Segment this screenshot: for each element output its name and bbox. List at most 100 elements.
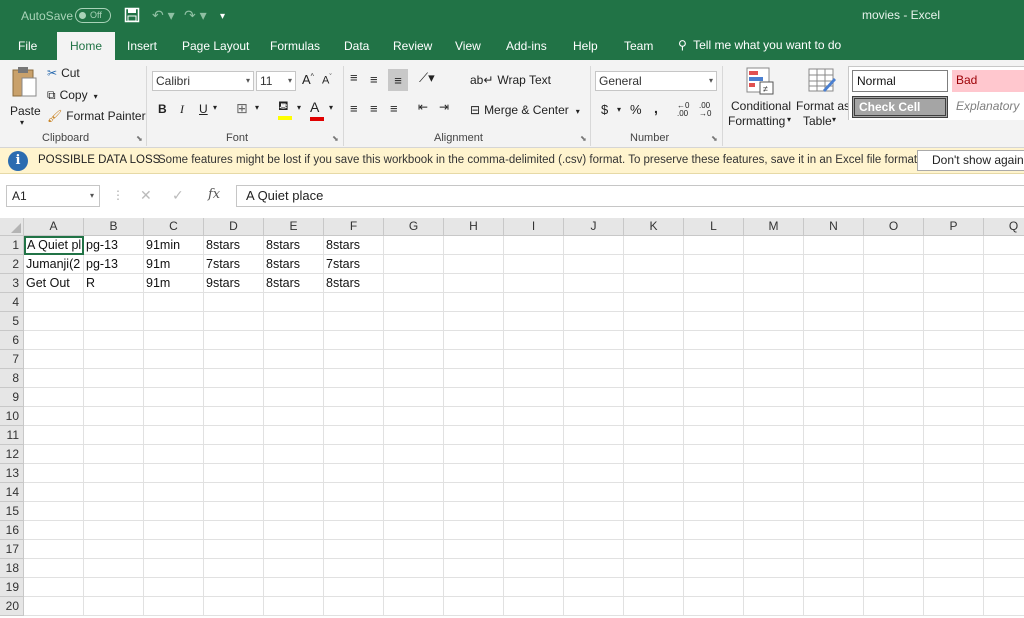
cell-k19[interactable] [624, 578, 684, 597]
cell-e6[interactable] [264, 331, 324, 350]
cell-p17[interactable] [924, 540, 984, 559]
cell-d11[interactable] [204, 426, 264, 445]
cell-j8[interactable] [564, 369, 624, 388]
cell-i17[interactable] [504, 540, 564, 559]
column-header-q[interactable]: Q [984, 218, 1024, 236]
row-header-9[interactable]: 9 [0, 388, 24, 407]
row-header-18[interactable]: 18 [0, 559, 24, 578]
column-header-p[interactable]: P [924, 218, 984, 236]
cell-k6[interactable] [624, 331, 684, 350]
cell-g15[interactable] [384, 502, 444, 521]
cell-o5[interactable] [864, 312, 924, 331]
cell-j19[interactable] [564, 578, 624, 597]
cell-f3[interactable]: 8stars [324, 274, 384, 293]
cell-m20[interactable] [744, 597, 804, 616]
cell-n2[interactable] [804, 255, 864, 274]
cell-a5[interactable] [24, 312, 84, 331]
cell-j7[interactable] [564, 350, 624, 369]
cell-l8[interactable] [684, 369, 744, 388]
borders-icon[interactable]: ⊞ [236, 100, 248, 117]
cell-f16[interactable] [324, 521, 384, 540]
increase-indent-icon[interactable]: ⇥ [439, 100, 449, 114]
cell-i14[interactable] [504, 483, 564, 502]
cell-n12[interactable] [804, 445, 864, 464]
decrease-indent-icon[interactable]: ⇤ [418, 100, 428, 114]
cell-m1[interactable] [744, 236, 804, 255]
cell-k15[interactable] [624, 502, 684, 521]
cell-e12[interactable] [264, 445, 324, 464]
cell-c17[interactable] [144, 540, 204, 559]
cell-f2[interactable]: 7stars [324, 255, 384, 274]
orientation-icon[interactable]: ⟋▾ [419, 70, 435, 86]
cell-l3[interactable] [684, 274, 744, 293]
cell-h2[interactable] [444, 255, 504, 274]
cell-e9[interactable] [264, 388, 324, 407]
cell-n6[interactable] [804, 331, 864, 350]
cell-p14[interactable] [924, 483, 984, 502]
style-explanatory[interactable]: Explanatory [952, 96, 1024, 118]
cell-h16[interactable] [444, 521, 504, 540]
cell-h13[interactable] [444, 464, 504, 483]
cell-f18[interactable] [324, 559, 384, 578]
decrease-decimal-icon[interactable]: .00 →0 [699, 102, 711, 118]
cell-q11[interactable] [984, 426, 1024, 445]
cell-h15[interactable] [444, 502, 504, 521]
cell-i1[interactable] [504, 236, 564, 255]
cell-d5[interactable] [204, 312, 264, 331]
cell-o10[interactable] [864, 407, 924, 426]
format-painter-button[interactable]: 🖌 Format Painter [47, 109, 146, 123]
align-center-icon[interactable]: ≡ [370, 101, 378, 116]
insert-function-icon[interactable]: fx [208, 187, 220, 202]
cell-g5[interactable] [384, 312, 444, 331]
cell-e11[interactable] [264, 426, 324, 445]
cell-a8[interactable] [24, 369, 84, 388]
column-header-m[interactable]: M [744, 218, 804, 236]
cell-p10[interactable] [924, 407, 984, 426]
chevron-down-icon[interactable]: ▾ [255, 103, 259, 112]
cell-p6[interactable] [924, 331, 984, 350]
cell-c16[interactable] [144, 521, 204, 540]
alignment-launcher-icon[interactable]: ⬊ [580, 134, 587, 143]
cell-j6[interactable] [564, 331, 624, 350]
cell-p16[interactable] [924, 521, 984, 540]
cell-p15[interactable] [924, 502, 984, 521]
cell-n10[interactable] [804, 407, 864, 426]
cell-q7[interactable] [984, 350, 1024, 369]
cell-g1[interactable] [384, 236, 444, 255]
cell-p13[interactable] [924, 464, 984, 483]
cell-l14[interactable] [684, 483, 744, 502]
style-check-cell[interactable]: Check Cell [852, 96, 948, 118]
cell-g9[interactable] [384, 388, 444, 407]
align-bottom-icon[interactable]: ≡ [388, 69, 408, 91]
underline-button[interactable]: U [199, 102, 208, 116]
cell-q1[interactable] [984, 236, 1024, 255]
cell-i9[interactable] [504, 388, 564, 407]
row-header-7[interactable]: 7 [0, 350, 24, 369]
cell-o1[interactable] [864, 236, 924, 255]
cell-f13[interactable] [324, 464, 384, 483]
cell-i8[interactable] [504, 369, 564, 388]
cell-k12[interactable] [624, 445, 684, 464]
cell-j1[interactable] [564, 236, 624, 255]
cell-b3[interactable]: R [84, 274, 144, 293]
cell-d1[interactable]: 8stars [204, 236, 264, 255]
row-header-17[interactable]: 17 [0, 540, 24, 559]
cell-i5[interactable] [504, 312, 564, 331]
cell-l13[interactable] [684, 464, 744, 483]
cell-i7[interactable] [504, 350, 564, 369]
cell-b16[interactable] [84, 521, 144, 540]
cell-g6[interactable] [384, 331, 444, 350]
cell-d7[interactable] [204, 350, 264, 369]
column-header-d[interactable]: D [204, 218, 264, 236]
cell-g11[interactable] [384, 426, 444, 445]
cell-l7[interactable] [684, 350, 744, 369]
enter-formula-icon[interactable]: ✓ [172, 187, 184, 204]
cell-d13[interactable] [204, 464, 264, 483]
cell-c13[interactable] [144, 464, 204, 483]
cell-p8[interactable] [924, 369, 984, 388]
cell-d4[interactable] [204, 293, 264, 312]
cell-c4[interactable] [144, 293, 204, 312]
cell-q19[interactable] [984, 578, 1024, 597]
cell-j15[interactable] [564, 502, 624, 521]
column-header-g[interactable]: G [384, 218, 444, 236]
